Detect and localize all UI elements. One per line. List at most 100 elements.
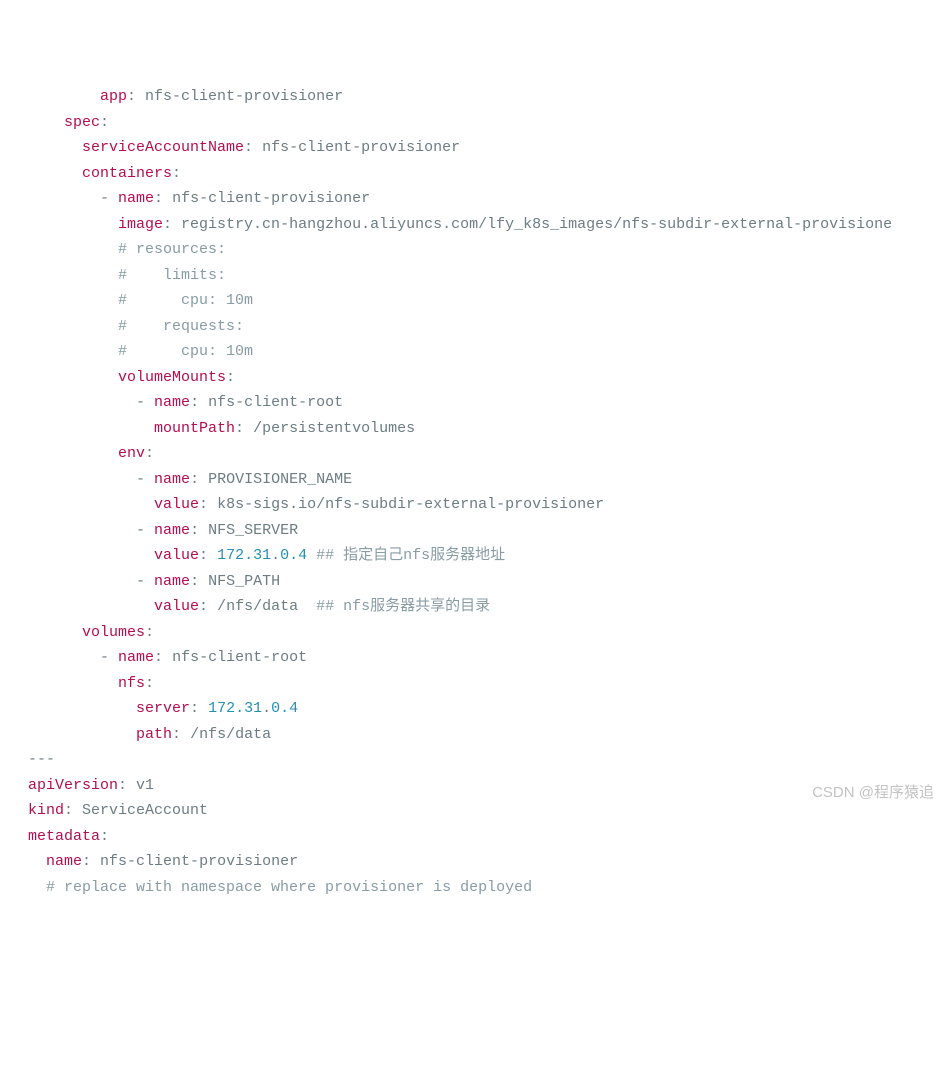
token-txt: NFS_SERVER [208, 522, 298, 539]
code-line: # replace with namespace where provision… [28, 875, 948, 901]
code-line: # cpu: 10m [28, 339, 948, 365]
token-txt: : [145, 624, 154, 641]
token-txt: /nfs/data [190, 726, 271, 743]
code-line: serviceAccountName: nfs-client-provision… [28, 135, 948, 161]
code-block: app: nfs-client-provisioner spec: servic… [28, 84, 948, 900]
token-txt: : [190, 394, 208, 411]
token-key: name [118, 649, 154, 666]
code-line: - name: NFS_PATH [28, 569, 948, 595]
code-line: - name: nfs-client-root [28, 645, 948, 671]
token-key: value [154, 547, 199, 564]
token-txt: PROVISIONER_NAME [208, 471, 352, 488]
token-key: app [100, 88, 127, 105]
token-txt: : [154, 190, 172, 207]
token-dash: - [136, 573, 154, 590]
token-txt [307, 547, 316, 564]
token-num: 172.31 [217, 547, 271, 564]
token-cmt: ## nfs服务器共享的目录 [316, 598, 490, 615]
token-txt: : [154, 649, 172, 666]
token-key: value [154, 496, 199, 513]
token-key: server [136, 700, 190, 717]
token-txt: . [262, 700, 271, 717]
token-key: name [154, 471, 190, 488]
token-key: name [154, 394, 190, 411]
token-txt: nfs-client-provisioner [100, 853, 298, 870]
token-txt: : [190, 700, 208, 717]
token-txt: : [172, 165, 181, 182]
watermark: CSDN @程序猿追 [812, 780, 934, 806]
code-line: value: /nfs/data ## nfs服务器共享的目录 [28, 594, 948, 620]
token-docsep: --- [28, 751, 55, 768]
token-txt: : [100, 828, 109, 845]
token-cmt: # requests: [118, 318, 244, 335]
token-key: name [154, 522, 190, 539]
code-line: nfs: [28, 671, 948, 697]
token-key: name [46, 853, 82, 870]
token-txt: : [82, 853, 100, 870]
code-line: server: 172.31.0.4 [28, 696, 948, 722]
token-cmt: # replace with namespace where provision… [46, 879, 532, 896]
token-dash: - [100, 649, 118, 666]
token-txt: nfs-client-provisioner [172, 190, 370, 207]
token-key: serviceAccountName [82, 139, 244, 156]
token-key: volumes [82, 624, 145, 641]
code-line: # cpu: 10m [28, 288, 948, 314]
token-num: 0.4 [280, 547, 307, 564]
code-line: volumes: [28, 620, 948, 646]
token-dash: - [136, 522, 154, 539]
token-txt: : [199, 547, 217, 564]
token-txt: /persistentvolumes [253, 420, 415, 437]
code-line: --- [28, 747, 948, 773]
token-dash: - [136, 471, 154, 488]
code-line: # limits: [28, 263, 948, 289]
token-key: containers [82, 165, 172, 182]
code-line: - name: nfs-client-root [28, 390, 948, 416]
token-txt: : [118, 777, 136, 794]
token-key: name [118, 190, 154, 207]
token-cmt: # cpu: 10m [118, 292, 253, 309]
code-line: value: 172.31.0.4 ## 指定自己nfs服务器地址 [28, 543, 948, 569]
token-txt: NFS_PATH [208, 573, 298, 590]
token-key: nfs [118, 675, 145, 692]
token-key: apiVersion [28, 777, 118, 794]
code-line: spec: [28, 110, 948, 136]
token-txt: nfs-client-provisioner [145, 88, 343, 105]
token-txt: : [190, 573, 208, 590]
token-txt: /nfs/data [217, 598, 316, 615]
token-num: 0.4 [271, 700, 298, 717]
token-txt: : [100, 114, 109, 131]
code-line: value: k8s-sigs.io/nfs-subdir-external-p… [28, 492, 948, 518]
token-txt: : [235, 420, 253, 437]
token-txt: registry.cn-hangzhou.aliyuncs.com/lfy_k8… [181, 216, 892, 233]
token-key: name [154, 573, 190, 590]
code-line: - name: nfs-client-provisioner [28, 186, 948, 212]
token-num: 172.31 [208, 700, 262, 717]
code-line: env: [28, 441, 948, 467]
token-txt: : [199, 598, 217, 615]
token-txt: : [64, 802, 82, 819]
token-key: value [154, 598, 199, 615]
code-line: # requests: [28, 314, 948, 340]
token-cmt: # cpu: 10m [118, 343, 253, 360]
code-line: path: /nfs/data [28, 722, 948, 748]
token-txt: : [190, 471, 208, 488]
token-txt: v1 [136, 777, 154, 794]
token-key: volumeMounts [118, 369, 226, 386]
token-txt: : [244, 139, 262, 156]
code-line: apiVersion: v1 [28, 773, 948, 799]
token-txt: : [163, 216, 181, 233]
token-txt: : [145, 445, 154, 462]
token-key: kind [28, 802, 64, 819]
token-txt: : [226, 369, 235, 386]
code-line: volumeMounts: [28, 365, 948, 391]
token-txt: : [127, 88, 145, 105]
token-txt: : [145, 675, 154, 692]
code-line: - name: PROVISIONER_NAME [28, 467, 948, 493]
token-txt: nfs-client-provisioner [262, 139, 460, 156]
token-key: spec [64, 114, 100, 131]
token-txt: : [199, 496, 217, 513]
token-txt: : [172, 726, 190, 743]
token-key: env [118, 445, 145, 462]
code-line: name: nfs-client-provisioner [28, 849, 948, 875]
token-txt: nfs-client-root [208, 394, 343, 411]
